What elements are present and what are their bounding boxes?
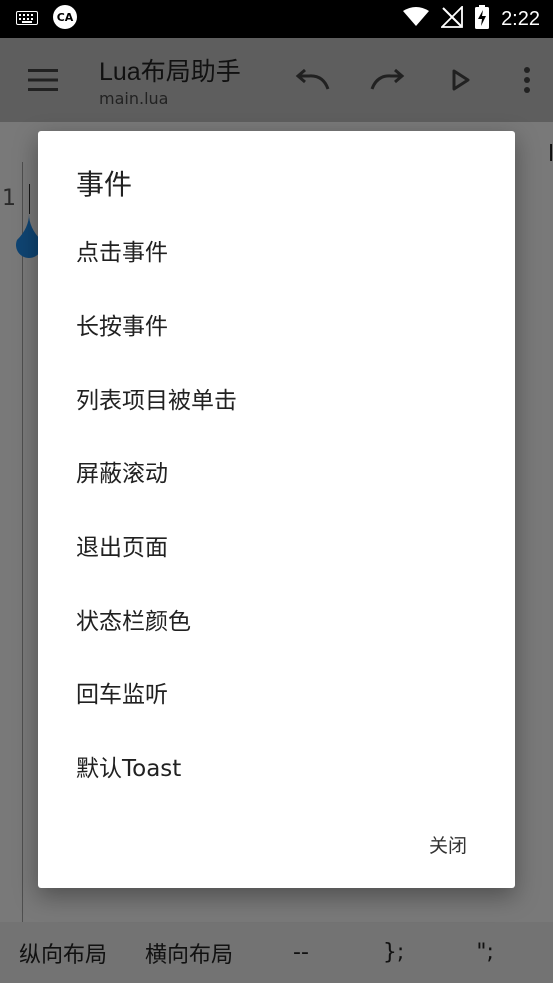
event-item-label: 长按事件 [76, 314, 168, 340]
keyboard-icon [16, 10, 38, 29]
event-item-label: 屏蔽滚动 [76, 461, 168, 487]
event-item-click[interactable]: 点击事件 [38, 217, 515, 283]
svg-text:CA: CA [57, 11, 74, 24]
event-item-label: 退出页面 [76, 535, 168, 561]
no-signal-icon [439, 4, 463, 32]
event-item-long-press[interactable]: 长按事件 [38, 291, 515, 357]
app-notification-icon: CA [52, 4, 78, 34]
clock: 2:22 [501, 7, 540, 30]
dialog-title: 事件 [76, 168, 133, 201]
close-button[interactable]: 关闭 [427, 827, 469, 862]
event-item-statusbar-color[interactable]: 状态栏颜色 [38, 586, 515, 652]
event-item-enter-listener[interactable]: 回车监听 [38, 659, 515, 725]
event-item-label: 回车监听 [76, 682, 168, 708]
wifi-icon [403, 7, 430, 31]
event-item-exit-page[interactable]: 退出页面 [38, 512, 515, 578]
event-item-label: 状态栏颜色 [76, 609, 191, 635]
events-dialog: 事件 点击事件 长按事件 列表项目被单击 屏蔽滚动 退出页面 状态栏颜色 回车监… [38, 131, 515, 888]
status-bar: CA 2:22 [0, 0, 553, 38]
battery-charging-icon [475, 5, 490, 33]
event-item-label: 点击事件 [76, 240, 168, 266]
event-item-list-click[interactable]: 列表项目被单击 [38, 365, 515, 431]
event-item-label: 默认Toast [76, 756, 182, 782]
event-item-block-scroll[interactable]: 屏蔽滚动 [38, 438, 515, 504]
event-item-default-toast[interactable]: 默认Toast [38, 733, 515, 799]
event-item-label: 列表项目被单击 [76, 388, 237, 414]
